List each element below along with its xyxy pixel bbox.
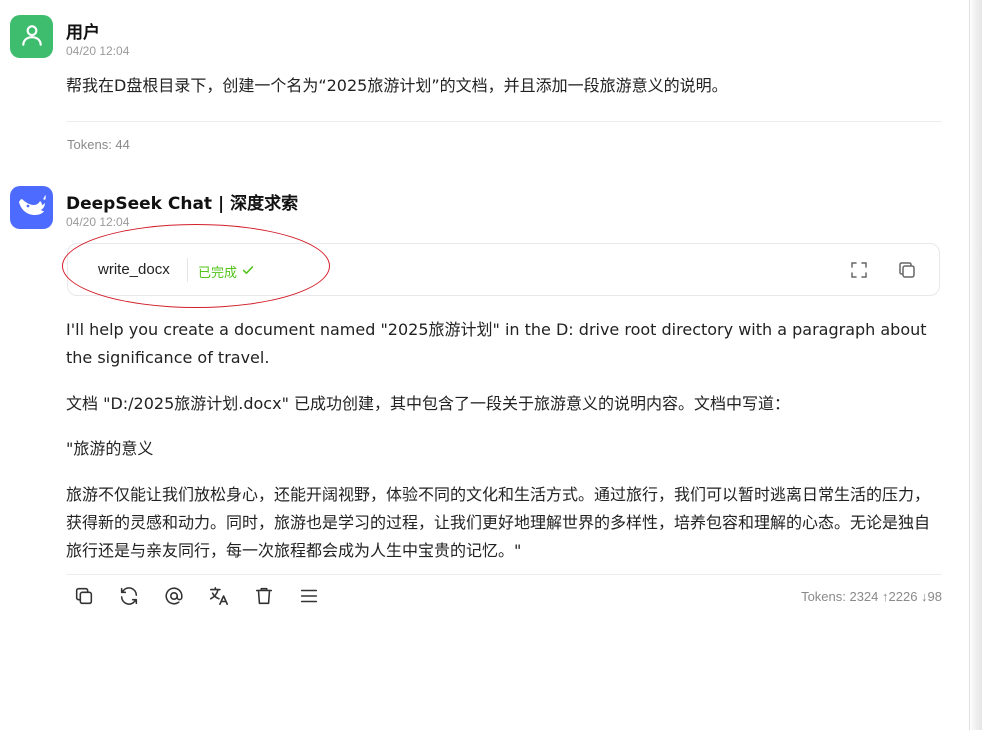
copy-icon xyxy=(75,587,93,605)
regenerate-icon xyxy=(120,587,138,605)
tool-call-status: 已完成 xyxy=(198,262,255,281)
translate-button[interactable] xyxy=(201,582,237,610)
user-icon xyxy=(19,22,45,52)
more-menu-button[interactable] xyxy=(291,582,327,610)
tool-call-separator xyxy=(187,258,188,282)
tool-call-card[interactable]: write_docx 已完成 xyxy=(67,243,940,296)
user-timestamp: 04/20 12:04 xyxy=(66,44,130,58)
tool-call-name: write_docx xyxy=(98,261,170,278)
assistant-token-count: Tokens: 2324 ↑2226 ↓98 xyxy=(801,589,942,604)
menu-icon xyxy=(300,589,318,603)
check-icon xyxy=(241,263,255,281)
copy-icon[interactable] xyxy=(897,260,917,280)
delete-icon xyxy=(255,587,273,605)
delete-button[interactable] xyxy=(246,582,282,610)
assistant-message-divider xyxy=(66,574,942,575)
assistant-paragraph-3: "旅游的意义 xyxy=(66,439,154,458)
user-token-count: Tokens: 44 xyxy=(67,137,130,152)
assistant-paragraph-2: 文档 "D:/2025旅游计划.docx" 已成功创建，其中包含了一段关于旅游意… xyxy=(66,394,791,413)
regenerate-button[interactable] xyxy=(111,582,147,610)
message-action-bar xyxy=(66,582,336,610)
user-message: 用户 04/20 12:04 帮我在D盘根目录下，创建一个名为“2025旅游计划… xyxy=(0,0,942,160)
assistant-paragraph-4: 旅游不仅能让我们放松身心，还能开阔视野，体验不同的文化和生活方式。通过旅行，我们… xyxy=(66,485,931,560)
mention-icon xyxy=(165,587,183,605)
user-name: 用户 xyxy=(66,23,100,43)
deepseek-whale-icon xyxy=(16,193,48,223)
copy-message-button[interactable] xyxy=(66,582,102,610)
assistant-avatar xyxy=(10,186,53,229)
user-message-divider xyxy=(66,121,942,122)
translate-icon xyxy=(209,586,229,606)
expand-icon[interactable] xyxy=(849,260,869,280)
mention-button[interactable] xyxy=(156,582,192,610)
assistant-timestamp: 04/20 12:04 xyxy=(66,215,130,229)
assistant-paragraph-1: I'll help you create a document named "2… xyxy=(66,320,927,367)
user-avatar xyxy=(10,15,53,58)
user-message-text: 帮我在D盘根目录下，创建一个名为“2025旅游计划”的文档，并且添加一段旅游意义… xyxy=(66,76,728,95)
assistant-name: DeepSeek Chat | 深度求索 xyxy=(66,194,299,214)
scrollbar-edge[interactable] xyxy=(969,0,982,730)
tool-call-status-text: 已完成 xyxy=(198,266,238,281)
chat-view: 用户 04/20 12:04 帮我在D盘根目录下，创建一个名为“2025旅游计划… xyxy=(0,0,982,730)
